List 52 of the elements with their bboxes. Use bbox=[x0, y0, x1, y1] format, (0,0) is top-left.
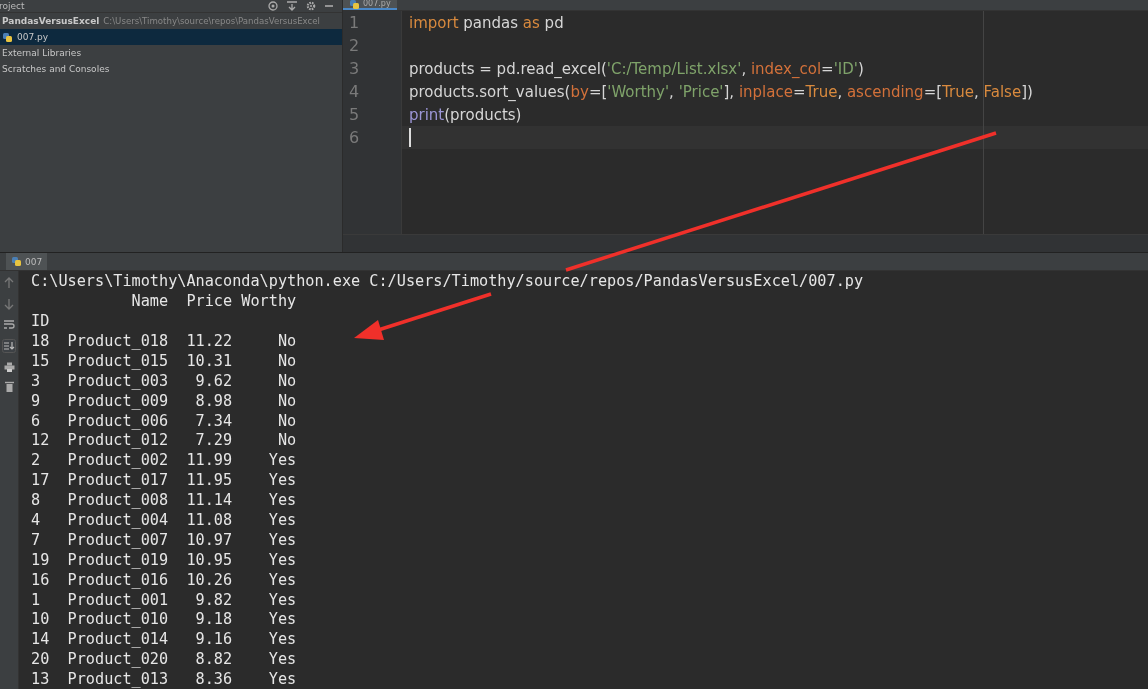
console-output-line: 14 Product_014 9.16 Yes bbox=[31, 630, 298, 651]
console-output-line: C:\Users\Timothy\Anaconda\python.exe C:/Users/Timothy/source/repos/PandasVersusExcel/007.py bbox=[31, 272, 865, 293]
console-output-line: 8 Product_008 11.14 Yes bbox=[31, 491, 298, 511]
crosshair-icon[interactable] bbox=[268, 1, 278, 11]
console-output-line: 19 Product_019 10.95 Yes bbox=[31, 550, 298, 571]
tree-item[interactable]: PandasVersusExcel C:\Users\Timothy\source\repos\PandasVersusExcel bbox=[0, 13, 342, 29]
console-output-line: 2 Product_002 11.99 Yes bbox=[31, 451, 298, 472]
code-line: products = pd.read_excel('C:/Temp/List.xlsx', index_col='ID') bbox=[408, 58, 865, 80]
console-output-line: 16 Product_016 10.26 Yes bbox=[31, 570, 298, 591]
printer-icon[interactable] bbox=[3, 362, 15, 373]
panel-title: roject bbox=[0, 1, 25, 11]
console-output-line: 6 Product_006 7.34 No bbox=[31, 411, 298, 432]
tree-item[interactable]: External Libraries bbox=[0, 45, 342, 61]
console-output-line: 7 Product_007 10.97 Yes bbox=[31, 530, 298, 551]
console-output-line: 17 Product_017 11.95 Yes bbox=[31, 471, 298, 492]
console-output-line: 13 Product_013 8.36 Yes bbox=[31, 670, 298, 689]
code-line: import pandas as pd bbox=[408, 12, 565, 34]
text-cursor bbox=[409, 128, 411, 147]
soft-wrap-icon[interactable] bbox=[3, 319, 15, 331]
line-number: 4 bbox=[348, 81, 361, 103]
settings-icon[interactable] bbox=[306, 1, 316, 11]
code-line: print(products) bbox=[408, 104, 523, 126]
scroll-to-end-icon[interactable] bbox=[2, 339, 16, 354]
console-output-line: Name Price Worthy bbox=[130, 292, 298, 313]
down-arrow-icon[interactable] bbox=[4, 298, 14, 311]
python-file-icon bbox=[2, 31, 13, 43]
console-output-line: 20 Product_020 8.82 Yes bbox=[31, 650, 298, 671]
console-output-line: 15 Product_015 10.31 No bbox=[31, 351, 298, 372]
folder-path: C:\Users\Timothy\source\repos\PandasVersusExcel bbox=[103, 16, 320, 26]
line-number: 5 bbox=[348, 104, 361, 126]
console-output-line: 12 Product_012 7.29 No bbox=[31, 431, 298, 452]
trash-icon[interactable] bbox=[4, 381, 14, 393]
console-output-line: 1 Product_001 9.82 Yes bbox=[31, 590, 298, 611]
python-file-icon bbox=[349, 0, 360, 10]
console-output-line: ID bbox=[31, 312, 51, 332]
tree-item[interactable]: 007.py bbox=[0, 29, 342, 45]
line-number: 2 bbox=[348, 35, 361, 57]
line-number: 6 bbox=[348, 127, 361, 149]
project-name: PandasVersusExcel bbox=[2, 16, 100, 26]
collapse-icon[interactable] bbox=[286, 1, 298, 11]
run-tab[interactable]: 007 bbox=[6, 253, 48, 271]
tree-item[interactable]: Scratches and Consoles bbox=[0, 61, 342, 77]
console-output-line: 18 Product_018 11.22 No bbox=[31, 331, 298, 352]
line-number: 1 bbox=[348, 12, 361, 34]
console-output-line: 3 Product_003 9.62 No bbox=[31, 371, 298, 392]
python-file-icon bbox=[11, 256, 22, 268]
console-output-line: 4 Product_004 11.08 Yes bbox=[31, 511, 298, 531]
console-output-line: 9 Product_009 8.98 No bbox=[31, 391, 298, 412]
code-line: products.sort_values(by=['Worthy', 'Price'], inplace=True, ascending=[True, False]) bbox=[408, 81, 1034, 103]
up-arrow-icon[interactable] bbox=[4, 277, 14, 290]
console-output-line: 10 Product_010 9.18 Yes bbox=[31, 610, 298, 631]
line-number: 3 bbox=[348, 58, 361, 80]
